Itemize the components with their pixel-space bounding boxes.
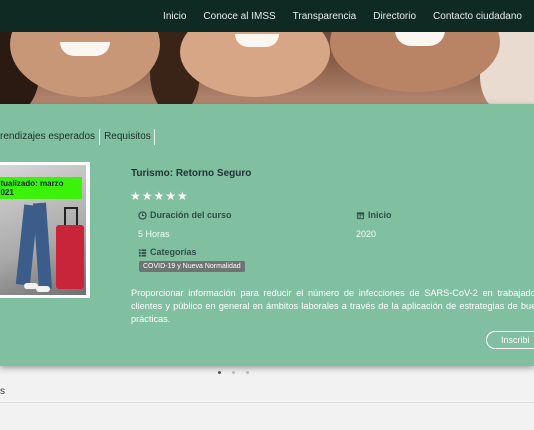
rating-stars: ★★★★★	[130, 189, 189, 203]
enroll-button[interactable]: Inscribi	[486, 331, 534, 349]
nav-link-inicio[interactable]: Inicio	[163, 11, 186, 22]
carousel-dot-3[interactable]	[246, 371, 249, 374]
tab-requisitos[interactable]: Requisitos	[100, 129, 155, 145]
carousel-dot-1[interactable]	[218, 371, 221, 374]
duration-label-group: Duración del curso	[138, 210, 232, 220]
calendar-icon	[356, 211, 365, 219]
course-thumbnail: ctualizado: marzo 2021	[0, 162, 90, 298]
duration-value: 5 Horas	[138, 229, 170, 239]
start-label: Inicio	[368, 210, 392, 220]
nav-link-contacto[interactable]: Contacto ciudadano	[433, 11, 522, 22]
course-title: Turismo: Retorno Seguro	[131, 168, 252, 179]
hero-banner-image	[0, 32, 534, 104]
image-suitcase	[56, 225, 84, 289]
list-icon	[138, 248, 147, 257]
course-image: ctualizado: marzo 2021	[0, 165, 86, 295]
start-value: 2020	[356, 229, 377, 239]
carousel-dot-2[interactable]	[232, 371, 235, 374]
carousel-pagination	[218, 371, 249, 374]
nav-link-directorio[interactable]: Directorio	[373, 11, 416, 22]
hero-smile-left	[60, 42, 110, 56]
categories-label-group: Categorías	[138, 247, 197, 257]
section-divider	[0, 402, 534, 403]
start-label-group: Inicio	[356, 210, 392, 220]
nav-links: Inicio Conoce al IMSS Transparencia Dire…	[163, 0, 522, 32]
categories-label: Categorías	[150, 247, 197, 257]
category-chip[interactable]: COVID-19 y Nueva Normalidad	[139, 261, 245, 272]
nav-link-conoce-imss[interactable]: Conoce al IMSS	[203, 11, 275, 22]
image-shoe-right	[36, 286, 50, 292]
updated-badge: ctualizado: marzo 2021	[0, 177, 82, 199]
hero-smile-center	[235, 34, 279, 47]
course-tabs: rendizajes esperados Requisitos	[0, 128, 155, 146]
top-navbar: Inicio Conoce al IMSS Transparencia Dire…	[0, 0, 534, 32]
image-leg-right	[33, 202, 52, 290]
tab-aprendizajes[interactable]: rendizajes esperados	[0, 129, 101, 145]
clock-icon	[138, 210, 147, 220]
duration-label: Duración del curso	[150, 210, 232, 220]
section-heading-fragment: s	[0, 386, 5, 397]
nav-link-transparencia[interactable]: Transparencia	[293, 11, 357, 22]
course-detail-panel: rendizajes esperados Requisitos ctualiza…	[0, 104, 534, 366]
course-description: Proporcionar información para reducir el…	[131, 288, 534, 324]
